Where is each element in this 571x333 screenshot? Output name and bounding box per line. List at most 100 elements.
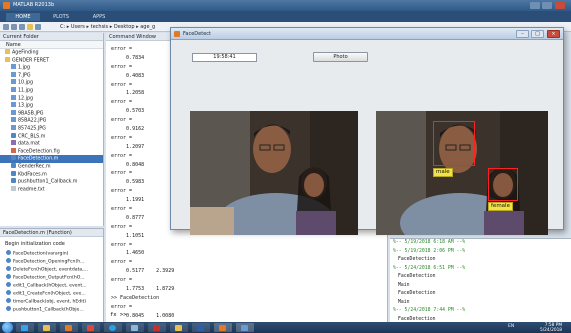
- face-window-title-bar[interactable]: FaceDetect – □ ×: [171, 28, 563, 40]
- taskbar-figure-icon[interactable]: [236, 323, 254, 332]
- command-line: error =: [111, 303, 133, 310]
- file-item[interactable]: KbdFaces.m: [0, 170, 103, 179]
- command-line: 1.4650: [111, 250, 145, 257]
- file-name: AgeFinding: [12, 50, 39, 56]
- history-session[interactable]: %-- 5/19/2018 6:18 AM --%: [390, 239, 571, 248]
- file-name: 12.jpg: [18, 96, 34, 102]
- back-icon[interactable]: [3, 24, 9, 30]
- current-folder-panel: Current Folder Name AgeFinding GENDER FER…: [0, 33, 104, 226]
- file-list: AgeFinding GENDER FERET 1.jpg 7.JPG 10.jpg 11…: [0, 49, 103, 193]
- taskbar-word-icon[interactable]: [192, 323, 210, 332]
- file-name: GENDER FERET: [12, 58, 50, 64]
- command-line: error =: [111, 277, 133, 284]
- file-name: readme.txt: [18, 187, 45, 193]
- history-command[interactable]: FaceDetection: [390, 290, 571, 299]
- function-icon: [6, 290, 11, 295]
- file-name: GenderRec.m: [18, 164, 51, 170]
- system-clock[interactable]: 7:58 PM 5/24/2018: [540, 323, 562, 333]
- mat-file-icon: [11, 140, 16, 146]
- function-item[interactable]: timerCallback(obj, event, hEdit): [0, 298, 103, 306]
- file-name: 13.jpg: [18, 103, 34, 109]
- file-item[interactable]: GenderRec.m: [0, 162, 103, 171]
- original-photo: [190, 111, 358, 235]
- start-button[interactable]: [2, 322, 13, 333]
- file-item[interactable]: CRC_BLS.m: [0, 132, 103, 141]
- command-prompt[interactable]: fx >>: [110, 312, 127, 318]
- function-icon: [6, 266, 11, 271]
- file-item[interactable]: FaceDetection.m: [0, 155, 103, 163]
- up-folder-icon[interactable]: [19, 24, 25, 30]
- matlab-logo-icon: [3, 2, 10, 9]
- current-folder-title: Current Folder: [0, 33, 103, 41]
- taskbar-matlab-icon[interactable]: [214, 323, 232, 332]
- tab-apps[interactable]: APPS: [82, 13, 116, 21]
- file-item[interactable]: 10.jpg: [0, 79, 103, 87]
- tab-plots[interactable]: PLOTS: [44, 13, 78, 21]
- history-command[interactable]: Main: [390, 299, 571, 308]
- history-command[interactable]: Main: [390, 282, 571, 291]
- function-name: pushbutton1_Callback(hObje...: [13, 307, 84, 313]
- function-icon: [6, 274, 11, 279]
- history-session[interactable]: %-- 5/19/2018 2:06 PM --%: [390, 248, 571, 257]
- function-item[interactable]: pushbutton1_Callback(hObje...: [0, 306, 103, 314]
- forward-icon[interactable]: [11, 24, 17, 30]
- file-item[interactable]: 1.jpg: [0, 64, 103, 72]
- breadcrumb[interactable]: C: ▸ Users ▸ techsis ▸ Desktop ▸ age_g: [60, 23, 155, 31]
- dropdown-icon[interactable]: [35, 24, 41, 30]
- taskbar-folder-icon[interactable]: [170, 323, 188, 332]
- figure-icon: [174, 31, 180, 37]
- taskbar-explorer-icon[interactable]: [38, 323, 56, 332]
- taskbar-ie-icon[interactable]: [16, 323, 34, 332]
- file-item[interactable]: pushbutton1_Callback.m: [0, 178, 103, 186]
- function-item[interactable]: edit1_Callback(hObject, event...: [0, 282, 103, 290]
- browse-folder-icon[interactable]: [27, 24, 33, 30]
- function-item[interactable]: FaceDetection(varargin): [0, 250, 103, 258]
- detected-photo: male female: [376, 111, 548, 235]
- history-session[interactable]: %-- 5/24/2018 6:51 PM --%: [390, 265, 571, 274]
- file-name: CRC_BLS.m: [18, 134, 46, 140]
- matlab-title: MATLAB R2013b: [13, 2, 55, 8]
- file-item[interactable]: 7.JPG: [0, 71, 103, 80]
- begin-init-text: Begin initialization code: [5, 241, 65, 247]
- function-item[interactable]: edit1_CreateFcn(hObject, eve...: [0, 290, 103, 298]
- taskbar-app-icon[interactable]: [126, 323, 144, 332]
- function-item[interactable]: DeleteFcn(hObject, eventdata,...: [0, 266, 103, 274]
- taskbar-skype-icon[interactable]: [104, 323, 122, 332]
- function-item[interactable]: FaceDetection_OpeningFcn(h...: [0, 258, 103, 266]
- function-name: edit1_Callback(hObject, event...: [13, 283, 87, 289]
- taskbar-chrome-icon[interactable]: [82, 323, 100, 332]
- file-item[interactable]: 85BA22.JPG: [0, 117, 103, 125]
- history-command[interactable]: FaceDetection: [390, 273, 571, 282]
- history-command[interactable]: FaceDetection: [390, 256, 571, 265]
- maximize-button[interactable]: [542, 2, 552, 9]
- file-item[interactable]: 12.jpg: [0, 94, 103, 103]
- history-session[interactable]: %-- 5/24/2018 7:44 PM --%: [390, 307, 571, 316]
- taskbar-media-icon[interactable]: [60, 323, 78, 332]
- time-display-field[interactable]: 19:58:41: [192, 53, 257, 62]
- img-file-icon: [11, 86, 16, 92]
- m-file-icon: [11, 155, 16, 161]
- img-file-icon: [11, 71, 16, 77]
- file-name: 857425.JPG: [18, 126, 46, 132]
- name-column-header[interactable]: Name: [0, 41, 103, 49]
- file-item[interactable]: 857425.JPG: [0, 124, 103, 133]
- file-item[interactable]: 13.jpg: [0, 102, 103, 110]
- file-item[interactable]: FaceDetection.fig: [0, 147, 103, 156]
- file-item[interactable]: data.mat: [0, 140, 103, 148]
- file-item[interactable]: 9BA5B.JPG: [0, 109, 103, 118]
- function-icon: [6, 250, 11, 255]
- function-item[interactable]: FaceDetection_OutputFcn(hO...: [0, 274, 103, 282]
- face-close-button[interactable]: ×: [547, 30, 560, 38]
- language-indicator[interactable]: EN: [508, 324, 514, 329]
- tab-home[interactable]: HOME: [6, 13, 40, 21]
- file-item[interactable]: 11.jpg: [0, 86, 103, 95]
- close-button[interactable]: [555, 2, 565, 9]
- photo-button[interactable]: Photo: [313, 52, 368, 62]
- face-minimize-button[interactable]: –: [516, 30, 529, 38]
- face-maximize-button[interactable]: □: [531, 30, 544, 38]
- taskbar-pdf-icon[interactable]: [148, 323, 166, 332]
- minimize-button[interactable]: [530, 2, 540, 9]
- file-item[interactable]: AgeFinding: [0, 49, 103, 57]
- file-item[interactable]: GENDER FERET: [0, 56, 103, 65]
- file-item[interactable]: readme.txt: [0, 185, 103, 194]
